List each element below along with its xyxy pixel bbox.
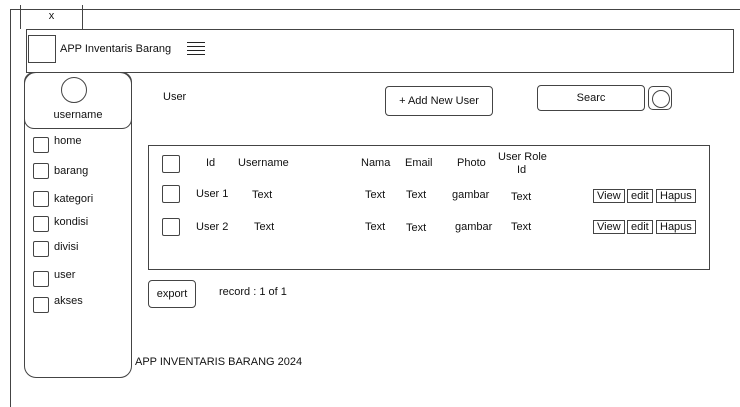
sidebar-item-checkbox[interactable] — [33, 271, 49, 287]
hapus-button[interactable]: Hapus — [656, 189, 696, 203]
sidebar-username: username — [53, 109, 103, 121]
cell-nama: Text — [365, 221, 386, 233]
search-icon[interactable] — [648, 86, 672, 110]
sidebar-item-checkbox[interactable] — [33, 137, 49, 153]
sidebar-item-label: home — [54, 135, 82, 147]
sidebar-item-barang[interactable]: barang — [33, 163, 88, 179]
export-button[interactable]: export — [148, 280, 196, 308]
sidebar-item-home[interactable]: home — [33, 135, 82, 153]
column-header-id: Id — [206, 157, 216, 169]
add-user-button[interactable]: + Add New User — [385, 86, 493, 116]
sidebar-item-divisi[interactable]: divisi — [33, 241, 78, 257]
close-tab-button[interactable]: x — [20, 5, 83, 29]
hamburger-icon[interactable] — [187, 42, 205, 55]
cell-role: Text — [511, 191, 532, 203]
hapus-button[interactable]: Hapus — [656, 220, 696, 234]
record-count: record : 1 of 1 — [219, 286, 287, 298]
sidebar-item-label: divisi — [54, 241, 79, 253]
view-button[interactable]: View — [593, 189, 625, 203]
cell-photo: gambar — [452, 189, 490, 201]
sidebar-item-checkbox[interactable] — [33, 216, 49, 232]
close-label: x — [48, 10, 55, 22]
sidebar-item-label: barang — [54, 165, 89, 177]
sidebar-item-kategori[interactable]: kategori — [33, 191, 93, 207]
column-header-photo: Photo — [457, 157, 486, 169]
page-title: User — [163, 91, 187, 103]
sidebar-item-label: kategori — [54, 193, 94, 205]
row-checkbox[interactable] — [162, 218, 180, 236]
column-header-email: Email — [405, 157, 433, 169]
cell-id: User 2 — [196, 221, 229, 233]
cell-id: User 1 — [196, 188, 229, 200]
sidebar-item-checkbox[interactable] — [33, 297, 49, 313]
select-all-checkbox[interactable] — [162, 155, 180, 173]
row-checkbox[interactable] — [162, 185, 180, 203]
column-header-role: User Role — [498, 151, 547, 163]
app-title: APP Inventaris Barang — [60, 43, 172, 55]
view-button[interactable]: View — [593, 220, 625, 234]
edit-button[interactable]: edit — [627, 220, 653, 234]
cell-photo: gambar — [455, 221, 493, 233]
footer-text: APP INVENTARIS BARANG 2024 — [135, 356, 303, 368]
cell-username: Text — [252, 189, 273, 201]
search-input[interactable]: Searc — [537, 85, 645, 111]
sidebar-item-user[interactable]: user — [33, 269, 76, 287]
column-header-role-line2: Id — [517, 164, 527, 176]
sidebar-item-kondisi[interactable]: kondisi — [33, 216, 88, 232]
cell-email: Text — [406, 189, 427, 201]
cell-email: Text — [406, 222, 427, 234]
column-header-nama: Nama — [361, 157, 391, 169]
column-header-username: Username — [238, 157, 289, 169]
sidebar-item-checkbox[interactable] — [33, 241, 49, 257]
cell-username: Text — [254, 221, 275, 233]
sidebar-item-akses[interactable]: akses — [33, 295, 83, 313]
sidebar-item-label: kondisi — [54, 216, 89, 228]
cell-role: Text — [511, 221, 532, 233]
sidebar-item-label: akses — [54, 295, 83, 307]
cell-nama: Text — [365, 189, 386, 201]
sidebar-item-checkbox[interactable] — [33, 191, 49, 207]
app-logo — [28, 35, 56, 63]
avatar — [61, 77, 87, 103]
sidebar-item-checkbox[interactable] — [33, 163, 49, 179]
edit-button[interactable]: edit — [627, 189, 653, 203]
sidebar-item-label: user — [54, 269, 76, 281]
